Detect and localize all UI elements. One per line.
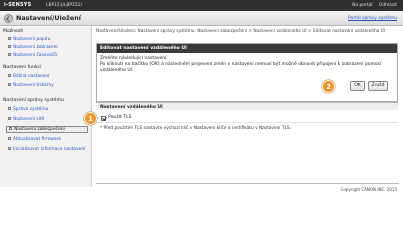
bullet-icon — [8, 107, 11, 110]
footer: Copyright CANON INC. 2015 — [96, 183, 399, 192]
sidebar-item-printer-settings[interactable]: Nastavení tiskárny — [8, 83, 90, 88]
tls-note: * Před použitím TLS nastavte výchozí klí… — [100, 126, 291, 131]
breadcrumb: Nastavení/Uložení: Nastavení správy syst… — [96, 29, 386, 34]
panel-message: Změňte následující nastavení. Po kliknut… — [100, 56, 385, 75]
brand-logo: i-SENSYS — [4, 2, 32, 8]
logout-link[interactable]: Odhlásit — [379, 3, 397, 8]
ok-button[interactable]: OK — [350, 81, 365, 91]
bullet-icon — [8, 37, 11, 40]
use-tls-row: Použít TLS — [96, 114, 398, 123]
sidebar-item-security-settings[interactable]: Nastavení zabezpečení — [6, 126, 88, 133]
model-name: LBP151/LBP151/ — [46, 2, 82, 8]
bullet-icon — [9, 127, 12, 130]
callout-badge-2: 2 — [322, 80, 335, 93]
sidebar-item-update-firmware[interactable]: Aktualizovat firmware — [8, 137, 90, 142]
bullet-icon — [8, 53, 11, 56]
sidebar-item-system-management[interactable]: Správa systému — [8, 107, 90, 112]
bullet-icon — [8, 137, 11, 140]
sidebar-section-options: Možnosti — [3, 29, 24, 34]
sidebar-item-display-settings[interactable]: Nastavení zobrazení — [8, 45, 90, 50]
home-icon[interactable] — [4, 13, 13, 23]
panel-line-2: Po kliknutí na tlačítko [OK] a následném… — [100, 62, 382, 74]
top-bar: i-SENSYS LBP151/LBP151/ Na portál Odhlás… — [0, 0, 403, 11]
sidebar-section-function-settings: Nastavení funkcí — [3, 65, 42, 70]
sidebar-item-network-settings[interactable]: Nastavení sítě — [8, 117, 90, 122]
panel-title: Editovat nastavení vzdáleného UI — [97, 44, 397, 53]
title-bar: Nastavení/Uložení Portál správy systému — [0, 11, 403, 26]
sidebar: Možnosti Nastavení papíru Nastavení zobr… — [0, 27, 92, 187]
bullet-icon — [8, 83, 11, 86]
bullet-icon — [8, 74, 11, 77]
bullet-icon — [8, 147, 11, 150]
sidebar-item-timer-settings[interactable]: Nastavení časovačů — [8, 53, 90, 58]
cancel-button[interactable]: Zrušit — [368, 81, 388, 91]
use-tls-checkbox[interactable] — [101, 115, 106, 121]
portal-top-link[interactable]: Na portál — [352, 3, 372, 8]
sidebar-section-management-settings: Nastavení správy systému — [3, 98, 64, 103]
sidebar-item-initialize-settings[interactable]: Inicializovat informace nastavení — [8, 147, 90, 152]
callout-badge-1: 1 — [84, 112, 97, 125]
system-portal-link[interactable]: Portál správy systému — [348, 16, 397, 21]
bullet-icon — [8, 117, 11, 120]
top-links: Na portál Odhlásit — [347, 3, 397, 8]
use-tls-label[interactable]: Použít TLS — [108, 115, 132, 120]
section-title: Nastavení vzdáleného UI — [96, 102, 398, 110]
sidebar-item-common-settings[interactable]: Běžná nastavení — [8, 74, 90, 79]
sidebar-item-paper-settings[interactable]: Nastavení papíru — [8, 37, 90, 42]
edit-panel: Editovat nastavení vzdáleného UI Změňte … — [96, 43, 398, 102]
copyright: Copyright CANON INC. 2015 — [340, 187, 397, 192]
bullet-icon — [8, 45, 11, 48]
page-title: Nastavení/Uložení — [16, 14, 81, 22]
